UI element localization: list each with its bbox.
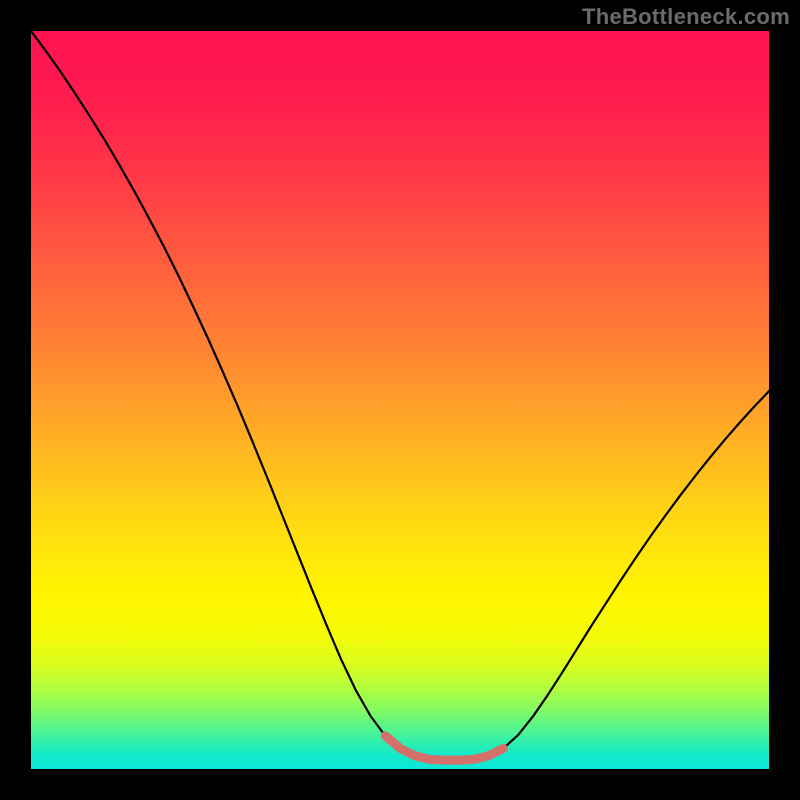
chart-overlay-svg	[31, 31, 769, 769]
chart-stage: TheBottleneck.com	[0, 0, 800, 800]
flat-segment	[385, 736, 503, 760]
main-curve	[31, 31, 769, 760]
watermark-label: TheBottleneck.com	[582, 4, 790, 30]
plot-area	[31, 31, 769, 769]
